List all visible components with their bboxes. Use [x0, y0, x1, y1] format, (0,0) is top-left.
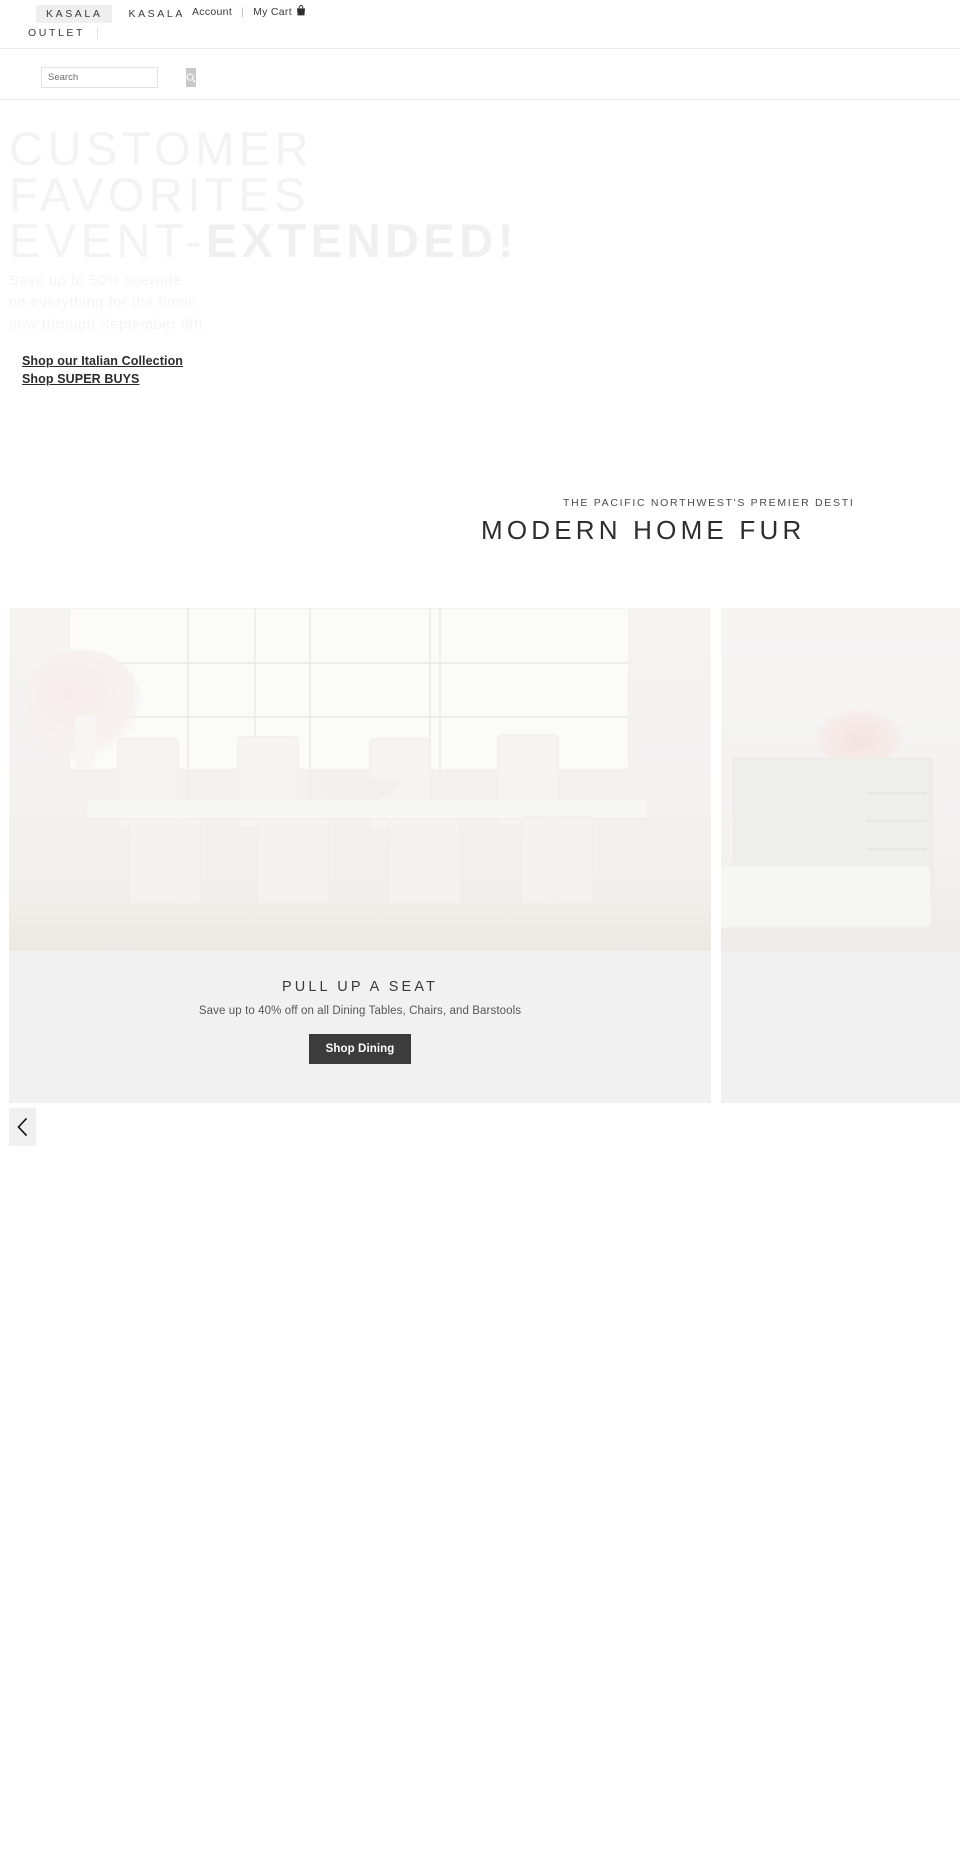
brand-logo-chip[interactable]: KASALA [36, 5, 113, 23]
cabinet-shelf-decor [867, 820, 927, 822]
hero-headline-line-1: CUSTOMER [9, 122, 314, 175]
tagline-headline: MODERN HOME FUR [481, 515, 806, 545]
hero-headline-line-3-bold: EXTENDED! [205, 214, 518, 268]
chevron-left-icon [16, 1117, 29, 1137]
sofa-decor [721, 866, 931, 928]
slide-title [799, 951, 960, 979]
carousel-slide-caption: PULL UP A SEAT Save up to 40% off on all… [9, 951, 711, 1103]
hero-subtext-line-2: on everything for the home [9, 295, 198, 311]
carousel-slide-caption [721, 951, 960, 1103]
cart-label: My Cart [253, 6, 292, 18]
nav-item-outlet[interactable]: OUTLET [28, 27, 99, 39]
search-box[interactable] [41, 67, 196, 88]
store-tagline: THE PACIFIC NORTHWEST'S PREMIER DESTI MO… [0, 485, 960, 585]
cart-link[interactable]: My Cart [253, 5, 306, 18]
living-room-photo [721, 608, 960, 951]
carousel-prev-button[interactable] [9, 1108, 36, 1146]
hero-cta-italian-collection[interactable]: Shop our Italian Collection [22, 354, 183, 368]
hero-headline-line-3: EVENT-EXTENDED! [9, 217, 518, 264]
hero-subtext-line-1: Save up to 50% sitewide [9, 273, 182, 289]
search-bar-row [0, 48, 960, 100]
hero-promo-banner: CUSTOMER FAVORITES EVENT-EXTENDED! Save … [0, 100, 960, 480]
promo-carousel: PULL UP A SEAT Save up to 40% off on all… [0, 608, 960, 1103]
vase-decor [75, 716, 95, 768]
hero-headline-line-2: FAVORITES [9, 168, 310, 222]
account-link[interactable]: Account [192, 6, 232, 18]
cabinet-shelf-decor [867, 848, 927, 850]
hero-subtext-line-3: now through September 9th [9, 317, 203, 333]
search-input[interactable] [42, 68, 186, 87]
hero-subtext: Save up to 50% sitewide on everything fo… [9, 270, 203, 336]
carousel-slide-dining[interactable]: PULL UP A SEAT Save up to 40% off on all… [9, 608, 711, 1103]
carousel-slide-living[interactable] [721, 608, 960, 1103]
hero-cta-super-buys[interactable]: Shop SUPER BUYS [22, 372, 140, 386]
slide-title: PULL UP A SEAT [282, 979, 438, 995]
page-root: KASALA KASALA OUTLET Account | My Cart S… [0, 0, 960, 1875]
coral-decor [813, 708, 905, 764]
brand-logo-text[interactable]: KASALA [128, 8, 184, 20]
floor-decor [9, 903, 711, 951]
cabinet-decor [733, 758, 933, 876]
hero-headline: CUSTOMER FAVORITES EVENT-EXTENDED! [9, 122, 518, 264]
window-band-decor [69, 662, 629, 664]
cabinet-shelf-decor [867, 792, 927, 794]
utility-separator: | [241, 5, 245, 18]
shop-dining-button[interactable]: Shop Dining [308, 1034, 412, 1064]
window-band-decor [69, 716, 629, 718]
hero-headline-line-3-light: EVENT- [9, 214, 206, 268]
slide-subtitle: Save up to 40% off on all Dining Tables,… [198, 1005, 522, 1017]
dining-room-photo [9, 608, 711, 951]
utility-links: Account | My Cart [192, 5, 306, 18]
shopping-bag-icon [296, 5, 306, 16]
brand-logo-group[interactable]: KASALA KASALA [36, 5, 185, 23]
search-submit-button[interactable] [186, 68, 196, 87]
tagline-eyebrow: THE PACIFIC NORTHWEST'S PREMIER DESTI [563, 497, 855, 509]
search-icon [186, 73, 196, 83]
